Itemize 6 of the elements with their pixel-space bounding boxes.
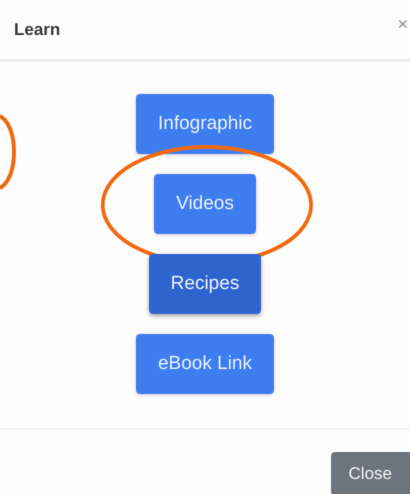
close-button[interactable]: Close xyxy=(330,452,410,494)
link-button[interactable]: eBook Link xyxy=(136,334,274,394)
link-button[interactable]: Videos xyxy=(154,174,256,234)
link-button[interactable]: Recipes xyxy=(148,254,262,314)
dialog-title: Learn xyxy=(14,20,60,40)
link-button[interactable]: Infographic xyxy=(136,94,274,154)
